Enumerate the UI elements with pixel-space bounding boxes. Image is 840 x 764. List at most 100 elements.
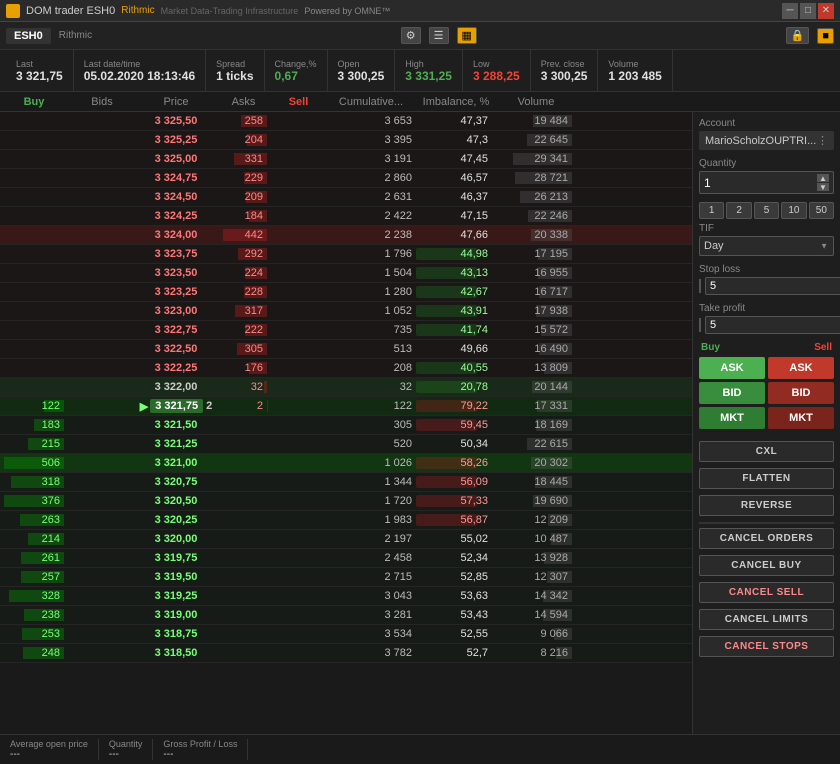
cell-price[interactable]: 3 319,25: [136, 590, 216, 602]
table-row[interactable]: 3 323,00 317 1 052 43,91 17 938: [0, 302, 692, 321]
cell-price[interactable]: 3 320,75: [136, 476, 216, 488]
lock-icon[interactable]: 🔒: [786, 27, 810, 44]
table-row[interactable]: 122 ▶3 321,752 2 122 79,22 17 331: [0, 397, 692, 416]
cancel-orders-button[interactable]: CANCEL ORDERS: [699, 528, 834, 549]
ask-buy-button[interactable]: ASK: [699, 357, 765, 379]
qty-preset-50[interactable]: 50: [809, 202, 834, 219]
table-row[interactable]: 318 3 320,751 344 56,09 18 445: [0, 473, 692, 492]
bid-buy-button[interactable]: BID: [699, 382, 765, 404]
table-row[interactable]: 214 3 320,002 197 55,02 10 487: [0, 530, 692, 549]
qty-up-arrow[interactable]: ▲: [817, 174, 829, 182]
mkt-sell-button[interactable]: MKT: [768, 407, 834, 429]
table-row[interactable]: 263 3 320,251 983 56,87 12 209: [0, 511, 692, 530]
symbol-label[interactable]: ESH0: [6, 28, 51, 44]
cell-price[interactable]: 3 324,75: [136, 172, 216, 184]
cell-price[interactable]: 3 325,50: [136, 115, 216, 127]
settings-icon[interactable]: ⚙: [401, 27, 421, 44]
cell-price[interactable]: 3 325,25: [136, 134, 216, 146]
table-row[interactable]: 3 325,00 331 3 191 47,45 29 341: [0, 150, 692, 169]
cell-price[interactable]: 3 319,75: [136, 552, 216, 564]
table-row[interactable]: 3 324,00 442 2 238 47,66 20 338: [0, 226, 692, 245]
mkt-buy-button[interactable]: MKT: [699, 407, 765, 429]
cxl-button[interactable]: CXL: [699, 441, 834, 462]
table-row[interactable]: 3 322,75 222 735 41,74 15 572: [0, 321, 692, 340]
brand-subtitle: Market Data-Trading Infrastructure: [161, 6, 299, 16]
take-profit-checkbox[interactable]: [699, 318, 701, 332]
quantity-presets: 1 2 5 10 50: [699, 202, 834, 219]
cancel-sell-button[interactable]: CANCEL SELL: [699, 582, 834, 603]
cell-price[interactable]: 3 321,50: [136, 419, 216, 431]
cell-price[interactable]: 3 322,75: [136, 324, 216, 336]
close-button[interactable]: ✕: [818, 3, 834, 19]
reverse-button[interactable]: REVERSE: [699, 495, 834, 516]
qty-preset-1[interactable]: 1: [699, 202, 724, 219]
cell-price[interactable]: 3 320,00: [136, 533, 216, 545]
flatten-button[interactable]: FLATTEN: [699, 468, 834, 489]
table-row[interactable]: 3 324,50 209 2 631 46,37 26 213: [0, 188, 692, 207]
stop-loss-input[interactable]: [705, 277, 840, 295]
account-menu-icon[interactable]: ⋮: [817, 134, 828, 147]
cell-price[interactable]: 3 319,00: [136, 609, 216, 621]
cancel-limits-button[interactable]: CANCEL LIMITS: [699, 609, 834, 630]
table-row[interactable]: 3 323,50 224 1 504 43,13 16 955: [0, 264, 692, 283]
cell-price[interactable]: 3 321,00: [136, 457, 216, 469]
table-row[interactable]: 3 324,75 229 2 860 46,57 28 721: [0, 169, 692, 188]
cell-imbalance: 53,43: [416, 609, 496, 621]
cell-price[interactable]: 3 323,50: [136, 267, 216, 279]
cell-price[interactable]: 3 319,50: [136, 571, 216, 583]
dom-icon[interactable]: ▦: [457, 27, 477, 44]
tif-select[interactable]: Day GTC IOC FOK: [699, 236, 834, 256]
stop-loss-checkbox[interactable]: [699, 279, 701, 293]
cell-price[interactable]: 3 322,00: [136, 381, 216, 393]
qty-down-arrow[interactable]: ▼: [817, 183, 829, 191]
table-row[interactable]: 376 3 320,501 720 57,33 19 690: [0, 492, 692, 511]
cancel-stops-button[interactable]: CANCEL STOPS: [699, 636, 834, 657]
color-icon[interactable]: ■: [817, 28, 834, 44]
cell-price[interactable]: 3 324,50: [136, 191, 216, 203]
cancel-buy-button[interactable]: CANCEL BUY: [699, 555, 834, 576]
ask-sell-button[interactable]: ASK: [768, 357, 834, 379]
cell-price[interactable]: 3 320,50: [136, 495, 216, 507]
maximize-button[interactable]: □: [800, 3, 816, 19]
cell-price[interactable]: 3 323,75: [136, 248, 216, 260]
table-row[interactable]: 257 3 319,502 715 52,85 12 307: [0, 568, 692, 587]
cell-price[interactable]: 3 324,00: [136, 229, 216, 241]
cell-price[interactable]: 3 318,75: [136, 628, 216, 640]
table-row[interactable]: 3 322,50 305 513 49,66 16 490: [0, 340, 692, 359]
take-profit-input[interactable]: [705, 316, 840, 334]
layout-icon[interactable]: ☰: [429, 27, 449, 44]
qty-preset-5[interactable]: 5: [754, 202, 779, 219]
table-row[interactable]: 253 3 318,753 534 52,55 9 066: [0, 625, 692, 644]
cell-price[interactable]: 3 320,25: [136, 514, 216, 526]
bid-sell-button[interactable]: BID: [768, 382, 834, 404]
table-row[interactable]: 183 3 321,50305 59,45 18 169: [0, 416, 692, 435]
table-row[interactable]: 238 3 319,003 281 53,43 14 594: [0, 606, 692, 625]
cell-price[interactable]: 3 321,25: [136, 438, 216, 450]
table-row[interactable]: 3 323,25 228 1 280 42,67 16 717: [0, 283, 692, 302]
table-row[interactable]: 3 325,25 204 3 395 47,3 22 645: [0, 131, 692, 150]
cell-price[interactable]: 3 318,50: [136, 647, 216, 659]
last-label: Last: [16, 59, 63, 69]
table-row[interactable]: 3 324,25 184 2 422 47,15 22 246: [0, 207, 692, 226]
table-row[interactable]: 261 3 319,752 458 52,34 13 928: [0, 549, 692, 568]
minimize-button[interactable]: ─: [782, 3, 798, 19]
table-row[interactable]: 215 3 321,25520 50,34 22 615: [0, 435, 692, 454]
cell-price[interactable]: 3 322,25: [136, 362, 216, 374]
table-row[interactable]: 506 3 321,001 026 58,26 20 302: [0, 454, 692, 473]
table-row[interactable]: 3 322,00 32 32 20,78 20 144: [0, 378, 692, 397]
quantity-input[interactable]: [704, 176, 764, 190]
qty-preset-2[interactable]: 2: [726, 202, 751, 219]
qty-preset-10[interactable]: 10: [781, 202, 806, 219]
cell-price[interactable]: ▶3 321,752: [136, 399, 216, 413]
cell-price[interactable]: 3 323,00: [136, 305, 216, 317]
table-row[interactable]: 328 3 319,253 043 53,63 14 342: [0, 587, 692, 606]
cell-price[interactable]: 3 323,25: [136, 286, 216, 298]
table-row[interactable]: 3 323,75 292 1 796 44,98 17 195: [0, 245, 692, 264]
cell-price[interactable]: 3 324,25: [136, 210, 216, 222]
cell-volume: 20 144: [496, 381, 576, 393]
table-row[interactable]: 248 3 318,503 782 52,7 8 216: [0, 644, 692, 663]
cell-price[interactable]: 3 322,50: [136, 343, 216, 355]
cell-price[interactable]: 3 325,00: [136, 153, 216, 165]
table-row[interactable]: 3 322,25 176 208 40,55 13 809: [0, 359, 692, 378]
table-row[interactable]: 3 325,50 258 3 653 47,37 19 484: [0, 112, 692, 131]
